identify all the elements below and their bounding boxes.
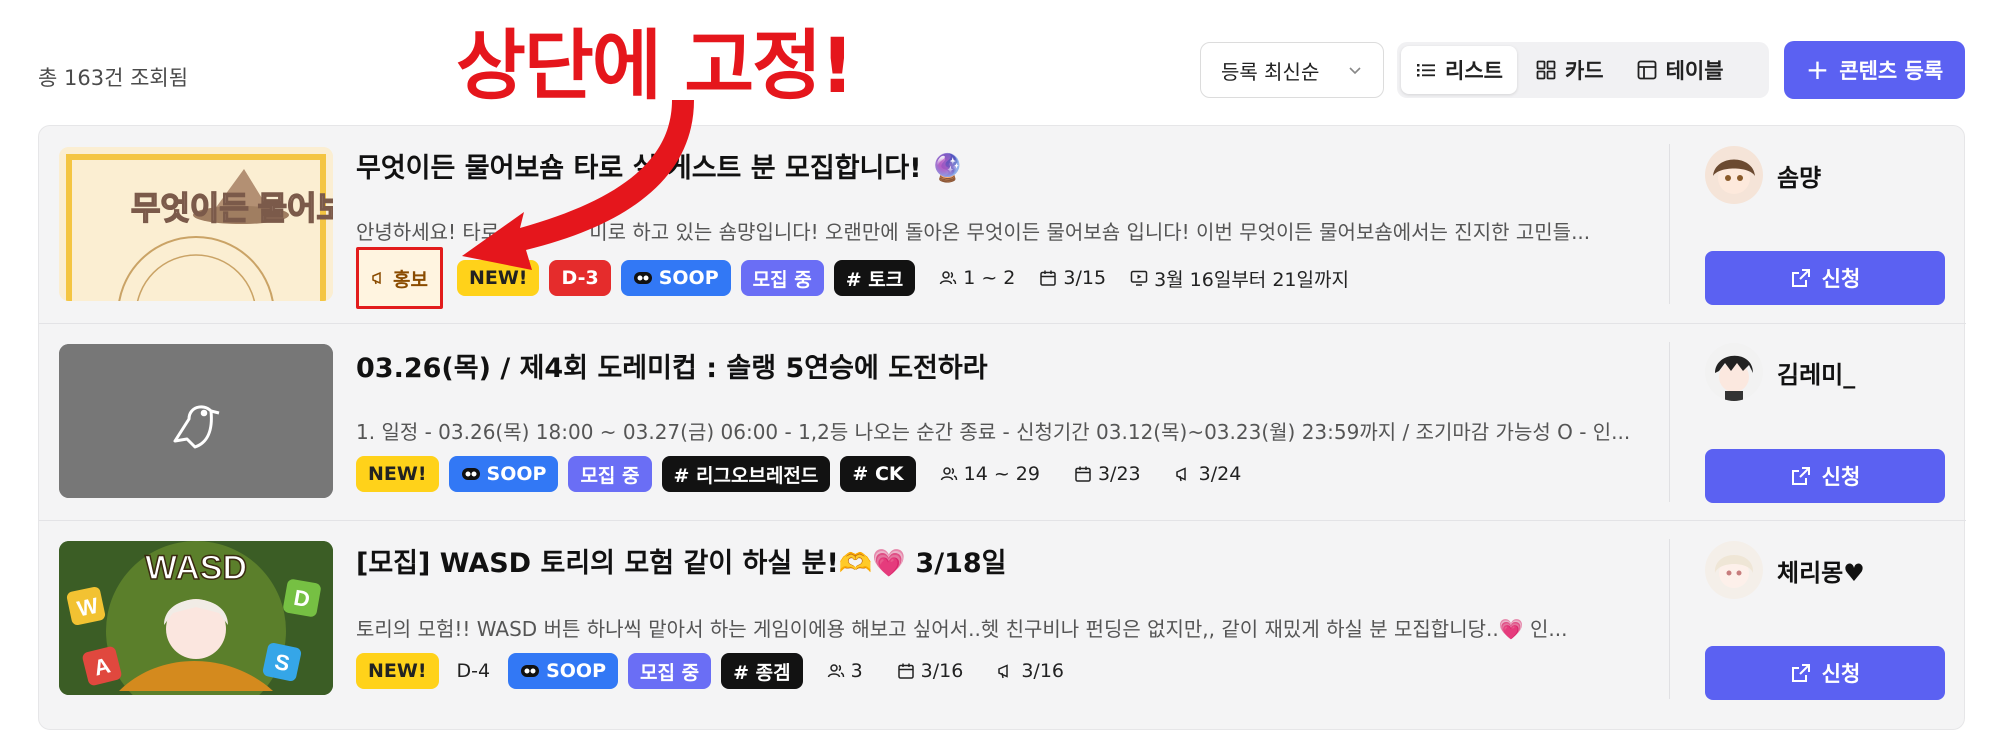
- post-meta: NEW! SOOP 모집 중 # 리그오브레전드 # CK 14 ~ 29 3/…: [356, 455, 1241, 493]
- thumb-title: WASD: [145, 549, 247, 587]
- new-badge: NEW!: [356, 653, 439, 689]
- promo-date: 3/16: [997, 660, 1064, 682]
- view-list-label: 리스트: [1445, 59, 1503, 83]
- post-meta: 홍보 NEW! D-3 SOOP 모집 중 # 토크 1 ~ 2 3/15 3월…: [356, 247, 1349, 309]
- platform-badge: SOOP: [448, 456, 559, 492]
- plus-icon: +: [1805, 53, 1830, 86]
- grid-icon: [1536, 60, 1556, 80]
- register-content-button[interactable]: + 콘텐츠 등록: [1784, 41, 1965, 99]
- megaphone-icon: [998, 664, 1009, 679]
- status-badge: 모집 중: [628, 653, 712, 689]
- avatar: [1705, 541, 1763, 599]
- thumbnail[interactable]: W D A S WASD: [59, 541, 333, 695]
- annotation-label: 상단에 고정!: [456, 21, 855, 110]
- megaphone-icon: [372, 271, 381, 285]
- sort-value: 등록 최신순: [1221, 59, 1320, 84]
- deadline-date: 3/15: [1039, 267, 1106, 289]
- soop-icon: [521, 665, 540, 677]
- status-badge: 모집 중: [740, 260, 824, 296]
- bird-placeholder-icon: [59, 344, 333, 498]
- people-icon: [827, 664, 844, 678]
- promo-date: 3/24: [1175, 463, 1241, 485]
- author[interactable]: 체리몽♥: [1705, 541, 1865, 599]
- sort-dropdown[interactable]: 등록 최신순: [1200, 42, 1384, 98]
- view-toggle: 리스트 카드 테이블: [1397, 42, 1769, 98]
- tag-chip[interactable]: # 종겜: [721, 653, 803, 689]
- people-icon: [939, 271, 957, 285]
- calendar-icon: [1075, 466, 1091, 482]
- status-badge: 모집 중: [568, 456, 652, 492]
- view-card-button[interactable]: 카드: [1521, 46, 1618, 94]
- author-name: 솜먕: [1777, 163, 1822, 192]
- thumbnail[interactable]: 무엇이든 물어보숌: [59, 147, 333, 301]
- post-description: 토리의 모험!! WASD 버튼 하나씩 맡아서 하는 게임이에용 해보고 싶어…: [356, 617, 1568, 641]
- soop-icon: [461, 468, 480, 480]
- apply-button[interactable]: 신청: [1705, 251, 1945, 305]
- author[interactable]: 김레미_: [1705, 343, 1855, 401]
- post-description: 1. 일정 - 03.26(목) 18:00 ~ 03.27(금) 06:00 …: [356, 420, 1631, 444]
- list-item[interactable]: 03.26(목) / 제4회 도레미컵 : 솔랭 5연승에 도전하라 1. 일정…: [39, 323, 1966, 520]
- external-link-icon: [1791, 664, 1810, 682]
- post-description: 안녕하세요! 타로 미로 하고 있는 숌먕입니다! 오랜만에 돌아온 무엇이든 물…: [356, 220, 1591, 244]
- view-table-label: 테이블: [1665, 59, 1724, 83]
- new-badge: NEW!: [356, 456, 439, 492]
- author-name: 김레미_: [1777, 360, 1856, 389]
- table-icon: [1637, 60, 1657, 80]
- platform-badge: SOOP: [508, 653, 619, 689]
- chevron-down-icon: [1349, 67, 1361, 75]
- thumb-title: 무엇이든 물어보숌: [131, 190, 333, 226]
- view-list-button[interactable]: 리스트: [1401, 46, 1517, 94]
- megaphone-icon: [1175, 467, 1186, 482]
- list-item[interactable]: W D A S WASD [모집] WASD 토리의 모험 같이 하실 분!🫶💗…: [39, 520, 1966, 717]
- promo-badge: 홍보: [356, 247, 443, 309]
- list-item[interactable]: 무엇이든 물어보숌 무엇이든 물어보숌 타로 실 게스트 분 모집합니다! 🔮 …: [39, 126, 1966, 323]
- post-title[interactable]: 03.26(목) / 제4회 도레미컵 : 솔랭 5연승에 도전하라: [356, 346, 988, 385]
- external-link-icon: [1791, 269, 1810, 287]
- view-card-label: 카드: [1564, 59, 1604, 83]
- list-icon: [1417, 64, 1435, 77]
- tag-chip[interactable]: # 리그오브레전드: [661, 456, 831, 492]
- toolbar: 총 163건 조회됨 등록 최신순 리스트 카드 테이블 + 콘텐츠 등록: [0, 0, 2000, 120]
- tag-chip[interactable]: # CK: [840, 456, 916, 492]
- apply-button[interactable]: 신청: [1705, 646, 1945, 700]
- external-link-icon: [1791, 467, 1810, 485]
- thumbnail[interactable]: [59, 344, 333, 498]
- monitor-icon: [1130, 270, 1148, 286]
- post-title[interactable]: [모집] WASD 토리의 모험 같이 하실 분!🫶💗 3/18일: [356, 541, 1007, 580]
- tag-chip[interactable]: # 토크: [833, 260, 916, 296]
- calendar-icon: [1040, 270, 1057, 286]
- new-badge: NEW!: [456, 260, 540, 296]
- platform-badge: SOOP: [620, 260, 731, 296]
- soop-icon: [633, 272, 652, 284]
- post-title[interactable]: 무엇이든 물어보숌 타로 실 게스트 분 모집합니다! 🔮: [356, 146, 965, 185]
- people-icon: [940, 467, 957, 481]
- people-count: 1 ~ 2: [939, 267, 1015, 289]
- result-count: 총 163건 조회됨: [38, 66, 189, 90]
- calendar-icon: [897, 663, 914, 679]
- avatar: [1705, 343, 1763, 401]
- thumbnail-image: W D A S WASD: [59, 541, 333, 695]
- dday-label: D-4: [456, 660, 491, 682]
- dday-badge: D-3: [549, 260, 611, 296]
- broadcast-period: 3월 16일부터 21일까지: [1130, 265, 1349, 292]
- avatar: [1705, 146, 1763, 204]
- content-list: 무엇이든 물어보숌 무엇이든 물어보숌 타로 실 게스트 분 모집합니다! 🔮 …: [38, 125, 1966, 730]
- people-count: 14 ~ 29: [940, 463, 1040, 485]
- author-name: 체리몽♥: [1777, 558, 1865, 587]
- thumbnail-image: 무엇이든 물어보숌: [59, 147, 333, 301]
- apply-button[interactable]: 신청: [1705, 449, 1945, 503]
- register-label: 콘텐츠 등록: [1839, 59, 1944, 83]
- people-count: 3: [827, 660, 863, 682]
- author[interactable]: 솜먕: [1705, 146, 1821, 204]
- view-table-button[interactable]: 테이블: [1622, 46, 1738, 94]
- post-meta: NEW! D-4 SOOP 모집 중 # 종겜 3 3/16 3/16: [356, 652, 1064, 690]
- deadline-date: 3/23: [1074, 463, 1141, 485]
- deadline-date: 3/16: [897, 660, 963, 682]
